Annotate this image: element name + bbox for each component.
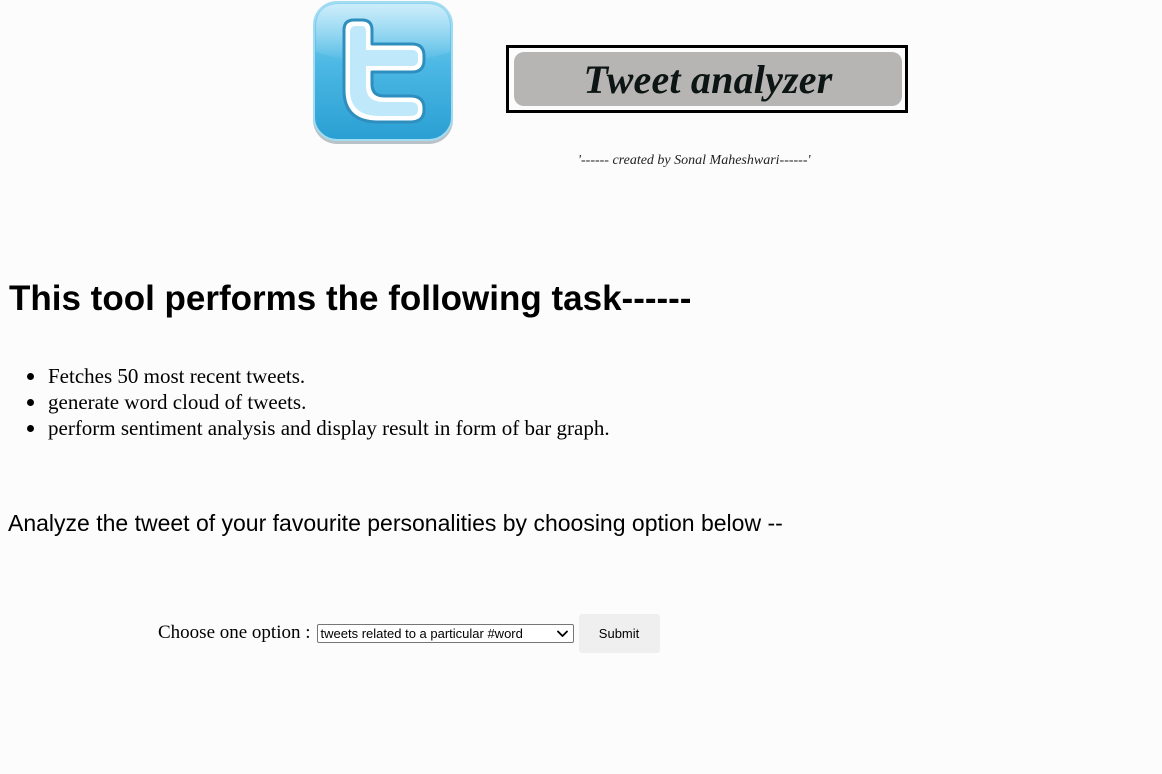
page: Tweet analyzer '------ created by Sonal … [0, 0, 1162, 774]
page-heading: This tool performs the following task---… [9, 279, 692, 318]
submit-button[interactable]: Submit [578, 614, 660, 653]
title-banner-inner: Tweet analyzer [514, 52, 902, 106]
app-title: Tweet analyzer [583, 56, 833, 102]
task-list-item: Fetches 50 most recent tweets. [27, 363, 610, 389]
task-list-item: perform sentiment analysis and display r… [27, 416, 610, 440]
choose-option-label: Choose one option : [158, 621, 311, 643]
option-select[interactable]: tweets related to a particular #word [316, 624, 574, 643]
task-list: Fetches 50 most recent tweets. generate … [27, 363, 610, 441]
option-form: Choose one option : tweets related to a … [158, 614, 660, 653]
author-credit: '------ created by Sonal Maheshwari-----… [578, 153, 811, 168]
chevron-down-icon [557, 628, 569, 640]
task-list-item: generate word cloud of tweets. [27, 389, 610, 415]
twitter-logo-icon [310, 0, 456, 148]
analyze-prompt: Analyze the tweet of your favourite pers… [8, 510, 783, 536]
title-banner: Tweet analyzer [506, 45, 908, 113]
option-select-value: tweets related to a particular #word [320, 626, 523, 641]
